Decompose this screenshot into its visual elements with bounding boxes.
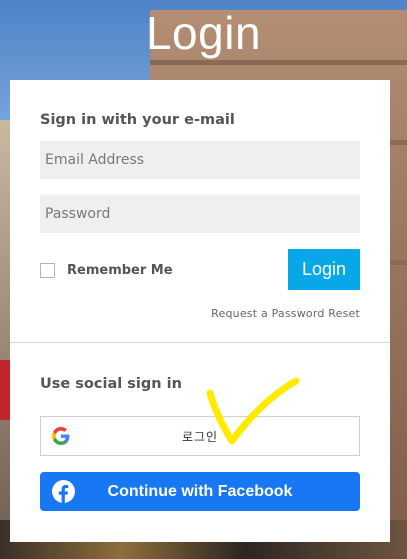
email-field[interactable] bbox=[40, 141, 360, 179]
google-signin-button[interactable]: 로그인 bbox=[40, 416, 360, 456]
email-signin-heading: Sign in with your e-mail bbox=[40, 112, 235, 128]
social-signin-heading: Use social sign in bbox=[40, 376, 182, 392]
password-field[interactable] bbox=[40, 195, 360, 233]
building-ledge bbox=[150, 60, 407, 65]
page-title: Login bbox=[145, 7, 262, 59]
password-reset-link[interactable]: Request a Password Reset bbox=[211, 307, 360, 320]
section-divider bbox=[10, 342, 390, 343]
facebook-signin-label: Continue with Facebook bbox=[107, 482, 293, 500]
login-button[interactable]: Login bbox=[288, 249, 360, 290]
remember-me-checkbox[interactable] bbox=[40, 263, 55, 278]
facebook-signin-button[interactable]: Continue with Facebook bbox=[40, 472, 360, 511]
remember-me-label: Remember Me bbox=[67, 263, 173, 278]
remember-me[interactable]: Remember Me bbox=[40, 263, 173, 278]
login-card: Sign in with your e-mail Remember Me Log… bbox=[10, 80, 390, 542]
google-signin-label: 로그인 bbox=[181, 429, 219, 444]
